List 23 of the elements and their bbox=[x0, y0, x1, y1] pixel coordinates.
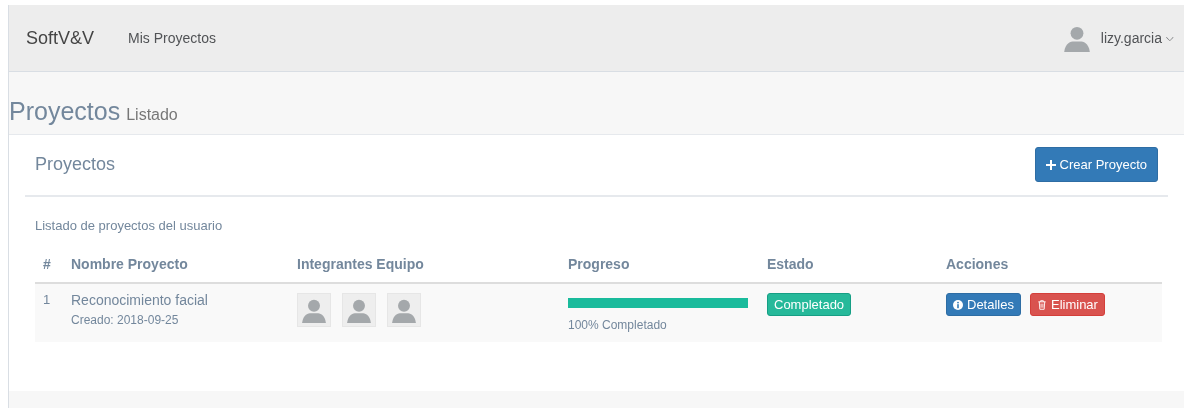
page-title: Proyectos bbox=[9, 99, 121, 124]
status-label: Completado bbox=[767, 293, 852, 316]
member-avatar-icon bbox=[297, 293, 331, 327]
progress-label: 100% Completado bbox=[568, 318, 668, 332]
brand-link[interactable]: SoftV&V bbox=[26, 27, 95, 49]
panel-title: Proyectos bbox=[35, 154, 116, 175]
create-project-button[interactable]: Crear Proyecto bbox=[1034, 147, 1158, 182]
details-button[interactable]: Detalles bbox=[946, 293, 1021, 316]
member-avatar-icon bbox=[342, 293, 376, 327]
caret-icon: ⌵ bbox=[1166, 32, 1174, 44]
row-number: 1 bbox=[43, 292, 51, 307]
plus-icon bbox=[1045, 159, 1056, 170]
user-menu[interactable]: lizy.garcia ⌵ bbox=[1062, 22, 1174, 54]
info-icon bbox=[953, 299, 963, 310]
user-name: lizy.garcia bbox=[1100, 30, 1162, 46]
panel-description: Listado de proyectos del usuario bbox=[34, 217, 224, 233]
nav-link[interactable]: Mis Proyectos bbox=[128, 30, 216, 46]
delete-button[interactable]: Eliminar bbox=[1029, 293, 1105, 316]
member-avatar-icon bbox=[387, 293, 421, 327]
page-subtitle: Listado bbox=[126, 106, 178, 124]
project-name: Reconocimiento facial bbox=[71, 292, 209, 308]
trash-icon bbox=[1036, 299, 1047, 310]
project-created-date: Creado: 2018-09-25 bbox=[71, 313, 180, 327]
